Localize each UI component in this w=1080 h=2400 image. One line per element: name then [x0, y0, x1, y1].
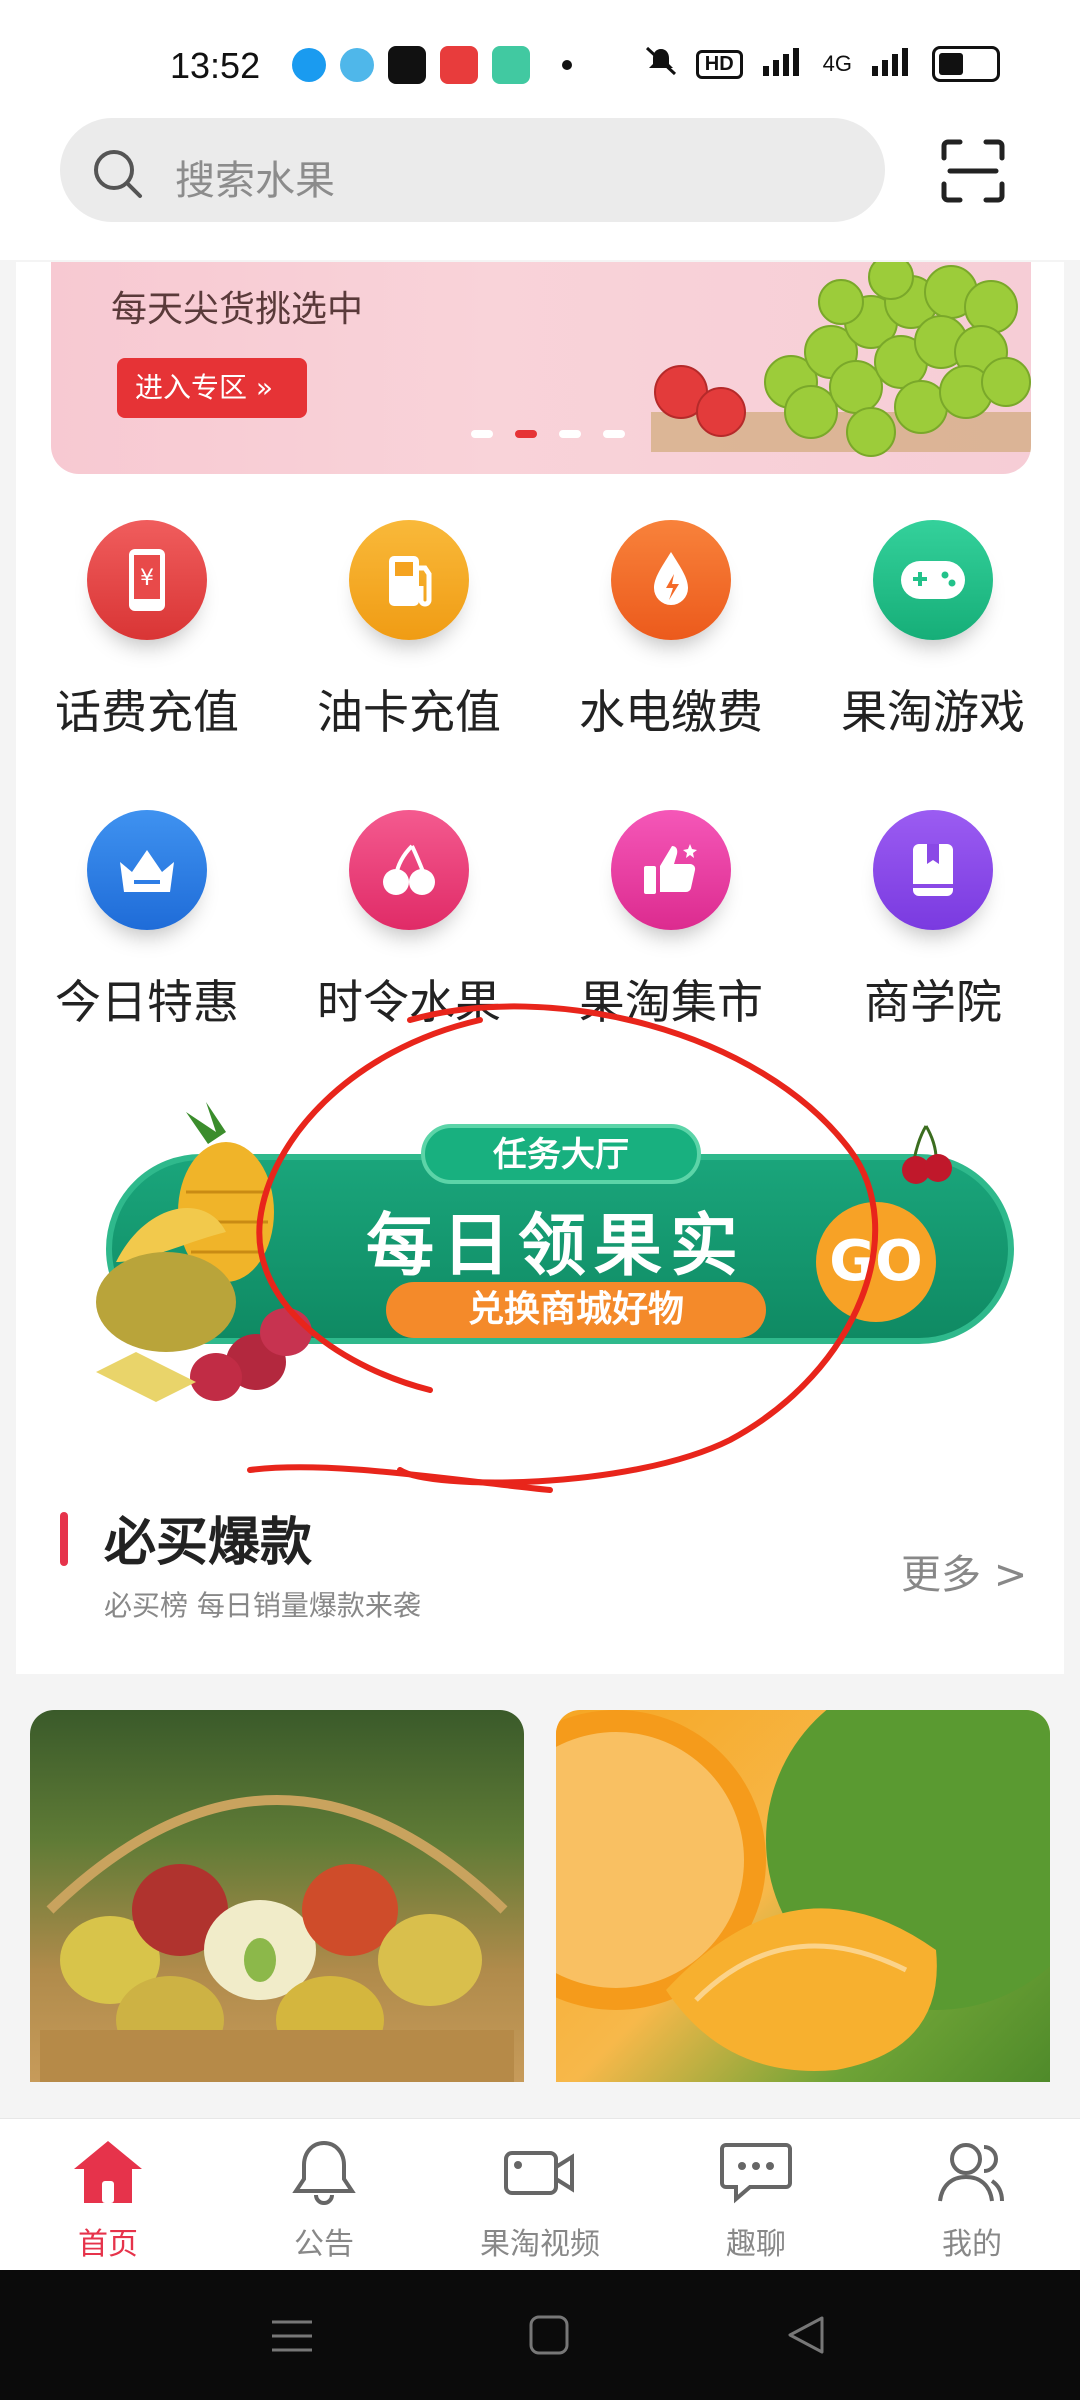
- nav-video[interactable]: 果淘视频: [432, 2137, 648, 2263]
- svg-text:¥: ¥: [140, 566, 154, 591]
- water-electric-icon: [611, 520, 731, 640]
- phone-recharge-icon: ¥: [87, 520, 207, 640]
- qq-app-icon: [292, 48, 326, 82]
- user-icon: [938, 2143, 1004, 2202]
- annotation-circle: [247, 1003, 879, 1493]
- search-placeholder: 搜索水果: [175, 158, 335, 204]
- video-icon: [504, 2151, 574, 2195]
- more-notifications-icon: [562, 60, 572, 70]
- header: 搜索水果: [0, 110, 1080, 260]
- signal-icon-2: [870, 46, 914, 82]
- nav-chat[interactable]: 趣聊: [648, 2137, 864, 2263]
- carousel-dot-active: [515, 430, 537, 438]
- search-icon: [94, 150, 142, 198]
- nav-home[interactable]: 首页: [0, 2137, 216, 2263]
- tiktok-app-icon: [388, 46, 426, 84]
- status-app-icons: [292, 46, 572, 84]
- home-square-icon[interactable]: [528, 2314, 570, 2356]
- nav-profile[interactable]: 我的: [864, 2137, 1080, 2263]
- hd-badge: HD: [695, 49, 743, 79]
- battery-icon: [932, 46, 1000, 82]
- thumbs-up-icon: [611, 810, 731, 930]
- carousel-indicator: [471, 430, 625, 438]
- bottom-nav: 首页 公告 果淘视频 趣聊 我的: [0, 2118, 1080, 2271]
- nav-label: 首页: [78, 2227, 138, 2262]
- section-subtitle: 必买榜 每日销量爆款来袭: [104, 1589, 421, 1622]
- browser-app-icon: [340, 48, 374, 82]
- toutiao-app-icon: [440, 46, 478, 84]
- grid-label: 果淘游戏: [841, 685, 1025, 739]
- carousel-dot: [471, 430, 493, 438]
- system-nav-bar: [0, 2270, 1080, 2400]
- status-bar: 13:52 HD 4G: [0, 0, 1080, 110]
- section-accent-bar: [60, 1512, 68, 1566]
- grid-item-fuel-card[interactable]: 油卡充值: [278, 520, 540, 742]
- home-icon: [74, 2141, 142, 2203]
- nav-label: 公告: [294, 2227, 354, 2262]
- money-app-icon: [492, 46, 530, 84]
- bell-icon: [292, 2140, 356, 2205]
- back-icon[interactable]: [786, 2314, 826, 2356]
- banner-carousel[interactable]: 每天尖货挑选中 进入专区 »: [51, 262, 1031, 474]
- status-time: 13:52: [170, 45, 261, 86]
- nav-label: 我的: [942, 2227, 1002, 2262]
- mute-icon: [644, 46, 678, 82]
- network-type-label: 4G: [822, 51, 852, 76]
- orange-segments-image: [556, 1710, 1050, 2071]
- carousel-dot: [559, 430, 581, 438]
- crown-basket-icon: [87, 810, 207, 930]
- menu-icon[interactable]: [270, 2316, 314, 2356]
- product-card-jujube[interactable]: [30, 1710, 524, 2082]
- fuel-pump-icon: [349, 520, 469, 640]
- grid-label: 水电缴费: [579, 685, 763, 739]
- carousel-dot: [603, 430, 625, 438]
- section-more-link[interactable]: 更多 >: [901, 1542, 1027, 1600]
- banner-subtitle: 每天尖货挑选中: [111, 289, 364, 330]
- grapes-image: [651, 262, 1031, 457]
- grid-label: 油卡充值: [317, 685, 501, 739]
- nav-notice[interactable]: 公告: [216, 2137, 432, 2263]
- scan-icon[interactable]: [940, 138, 1006, 204]
- nav-label: 趣聊: [726, 2227, 786, 2262]
- cherry-icon: [349, 810, 469, 930]
- gamepad-icon: [873, 520, 993, 640]
- nav-label: 果淘视频: [480, 2227, 600, 2262]
- grid-item-utilities[interactable]: 水电缴费: [540, 520, 802, 742]
- grid-label: 话费充值: [55, 685, 239, 739]
- book-icon: [873, 810, 993, 930]
- grid-item-games[interactable]: 果淘游戏: [802, 520, 1064, 742]
- search-bar[interactable]: 搜索水果: [60, 118, 885, 222]
- status-right-icons: HD 4G: [644, 46, 1000, 82]
- product-card-orange[interactable]: [556, 1710, 1050, 2082]
- grid-item-phone-recharge[interactable]: ¥ 话费充值: [16, 520, 278, 742]
- signal-icon-1: [761, 46, 805, 82]
- banner-enter-button[interactable]: 进入专区 »: [117, 358, 307, 418]
- chat-icon: [720, 2143, 792, 2204]
- jujube-basket-image: [40, 1795, 514, 2082]
